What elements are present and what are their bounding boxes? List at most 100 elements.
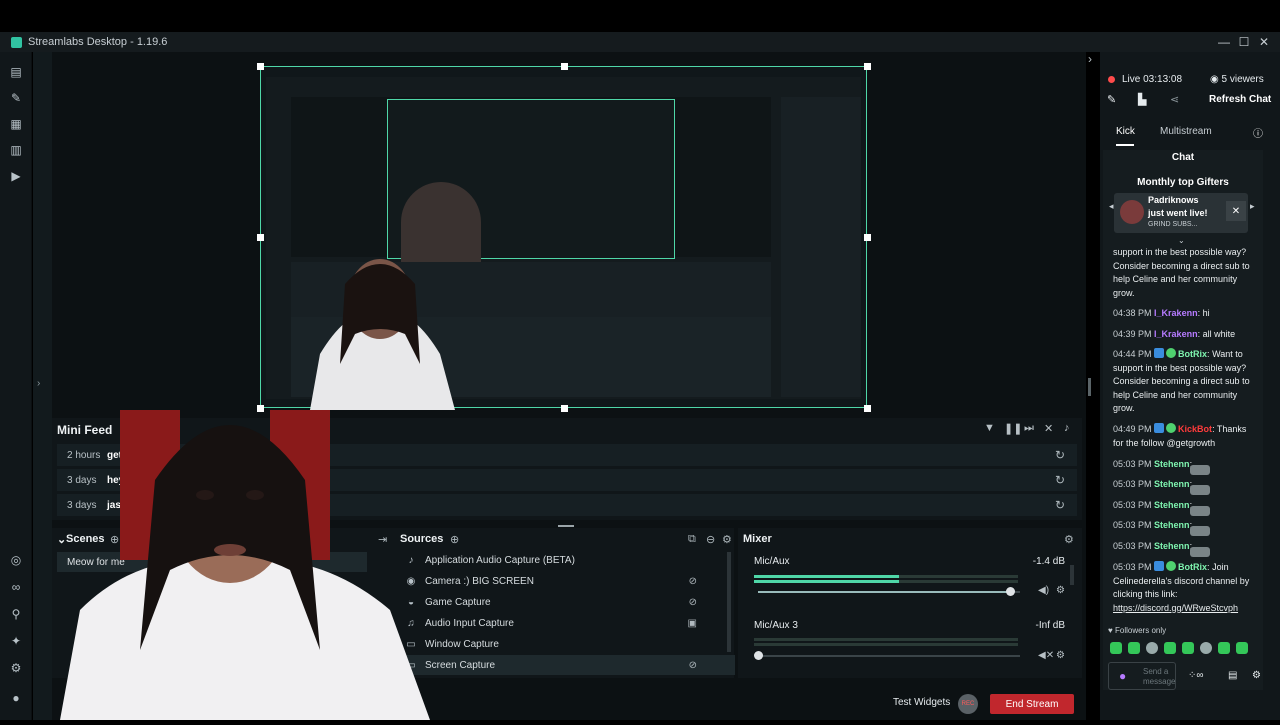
right-panel-resize[interactable] (1088, 378, 1091, 396)
channel-settings-icon[interactable]: ⚙ (1056, 585, 1065, 596)
top-gifters-title: Monthly top Gifters (1137, 177, 1229, 188)
studio-mode-icon[interactable]: ◎ (8, 552, 24, 568)
emote-icon[interactable] (1146, 642, 1158, 654)
mixer-scrollbar[interactable] (1070, 565, 1074, 585)
close-button[interactable]: ✕ (1253, 32, 1275, 52)
chat-user[interactable]: Stehenn (1154, 500, 1190, 510)
chat-input[interactable]: ● Send a message (1108, 662, 1176, 690)
filter-icon[interactable]: ▼ (984, 422, 995, 434)
repeat-alert-icon[interactable]: ↻ (1055, 473, 1065, 487)
resize-handle[interactable] (561, 63, 568, 70)
clip-icon[interactable]: ▙ (1138, 93, 1146, 106)
pause-icon[interactable]: ❚❚ (1004, 422, 1022, 435)
store-icon[interactable]: ▦ (8, 116, 24, 132)
editor-icon[interactable]: ▤ (8, 64, 24, 80)
volume-slider[interactable] (754, 651, 1020, 660)
microphone-icon[interactable]: ● (1119, 669, 1126, 683)
source-folder-icon[interactable]: ⧉ (688, 533, 696, 546)
test-widgets-button[interactable]: Test Widgets (893, 697, 950, 708)
volume-slider-knob[interactable] (1005, 587, 1015, 596)
emote-icon[interactable] (1200, 642, 1212, 654)
chat-user[interactable]: I_Krakenn (1154, 329, 1198, 339)
themes-icon[interactable]: ✎ (8, 90, 24, 106)
info-icon[interactable]: ⓘ (1253, 125, 1263, 140)
resize-handle[interactable] (864, 63, 871, 70)
mixer-settings-icon[interactable]: ⚙ (1064, 533, 1074, 546)
link-icon[interactable]: ∞ (8, 579, 24, 595)
source-item[interactable]: ♪ Application Audio Capture (BETA) (405, 550, 735, 570)
dashboard-icon[interactable]: ▥ (8, 142, 24, 158)
volume-slider[interactable] (758, 587, 1020, 596)
source-item[interactable]: ◉ Camera :) BIG SCREEN ⊘ (405, 571, 735, 591)
channel-settings-icon[interactable]: ⚙ (1056, 650, 1065, 661)
emote-icon[interactable] (1236, 642, 1248, 654)
panel-drag-handle[interactable] (558, 525, 574, 527)
store-icon[interactable]: ▤ (1228, 670, 1237, 681)
end-stream-button[interactable]: End Stream (990, 694, 1074, 714)
collapse-right-icon[interactable]: › (1088, 52, 1092, 66)
repeat-alert-icon[interactable]: ↻ (1055, 498, 1065, 512)
resize-handle[interactable] (257, 63, 264, 70)
live-notification[interactable]: Padriknows just went live! GRIND SUBS...… (1114, 193, 1248, 233)
record-button[interactable]: REC (958, 694, 978, 714)
resize-handle[interactable] (864, 234, 871, 241)
chevron-down-icon[interactable]: ⌄ (1178, 236, 1185, 245)
source-item[interactable]: ◒ Game Capture ⊘ (405, 592, 735, 612)
refresh-chat-button[interactable]: Refresh Chat (1209, 94, 1271, 105)
expand-arrow-icon[interactable]: › (37, 378, 40, 389)
lock-icon[interactable]: ▣ (688, 618, 697, 629)
emote-icon[interactable] (1128, 642, 1140, 654)
profile-icon[interactable]: ● (8, 690, 24, 706)
source-settings-icon[interactable]: ⚙ (722, 533, 732, 546)
chat-user[interactable]: Stehenn (1154, 479, 1190, 489)
tools-icon[interactable]: ⚲ (8, 606, 24, 622)
add-source-icon[interactable]: ⊕ (450, 533, 459, 546)
resize-handle[interactable] (864, 405, 871, 412)
visibility-hidden-icon[interactable]: ⊘ (689, 660, 697, 671)
carousel-prev-icon[interactable]: ◂ (1109, 201, 1114, 212)
settings-icon[interactable]: ⚙ (8, 660, 24, 676)
emote-icon[interactable] (1110, 642, 1122, 654)
emote-icon[interactable] (1218, 642, 1230, 654)
volume-icon[interactable]: ◀) (1038, 585, 1049, 596)
chat-user[interactable]: BotRix (1178, 562, 1207, 572)
maximize-button[interactable]: ☐ (1233, 32, 1255, 52)
share-icon[interactable]: ⋖ (1170, 93, 1179, 106)
close-notification-icon[interactable]: ✕ (1226, 201, 1246, 221)
chat-user[interactable]: KickBot (1178, 424, 1212, 434)
source-item[interactable]: ▭ Window Capture (405, 634, 735, 654)
visibility-hidden-icon[interactable]: ⊘ (689, 576, 697, 587)
source-item-selected[interactable]: ▭ Screen Capture ⊘ (405, 655, 735, 675)
chat-actions-icon[interactable]: ⁘∞ (1188, 670, 1204, 681)
chat-user[interactable]: Stehenn (1154, 541, 1190, 551)
source-remove-icon[interactable]: ⊖ (706, 533, 715, 546)
mute-alerts-icon[interactable]: ✕ (1044, 422, 1053, 435)
minimize-button[interactable]: — (1213, 32, 1235, 52)
emote-icon[interactable] (1182, 642, 1194, 654)
magic-icon[interactable]: ✦ (8, 633, 24, 649)
repeat-alert-icon[interactable]: ↻ (1055, 448, 1065, 462)
resize-handle[interactable] (257, 234, 264, 241)
tab-kick[interactable]: Kick (1116, 126, 1135, 137)
volume-icon[interactable]: ♪ (1064, 422, 1070, 434)
nested-chat (781, 97, 861, 397)
carousel-next-icon[interactable]: ▸ (1250, 201, 1255, 212)
play-icon[interactable]: ▶ (8, 168, 24, 184)
chat-settings-icon[interactable]: ⚙ (1252, 670, 1261, 681)
edit-icon[interactable]: ✎ (1107, 93, 1116, 106)
chat-user[interactable]: BotRix (1178, 349, 1207, 359)
muted-icon[interactable]: ◀✕ (1038, 650, 1054, 661)
emote-icon[interactable] (1164, 642, 1176, 654)
volume-slider-knob[interactable] (754, 651, 763, 660)
viewer-count: ◉ 5 viewers (1210, 74, 1264, 85)
source-item[interactable]: ♫ Audio Input Capture ▣ (405, 613, 735, 633)
chat-user[interactable]: I_Krakenn (1154, 308, 1198, 318)
verified-badge-icon (1166, 348, 1177, 358)
tab-multistream[interactable]: Multistream (1160, 126, 1212, 137)
visibility-hidden-icon[interactable]: ⊘ (689, 597, 697, 608)
skip-icon[interactable]: ⏭ (1024, 422, 1034, 435)
chat-user[interactable]: Stehenn (1154, 459, 1190, 469)
chat-link[interactable]: https://discord.gg/WRweStcvph (1113, 602, 1257, 616)
resize-handle[interactable] (561, 405, 568, 412)
chat-user[interactable]: Stehenn (1154, 520, 1190, 530)
